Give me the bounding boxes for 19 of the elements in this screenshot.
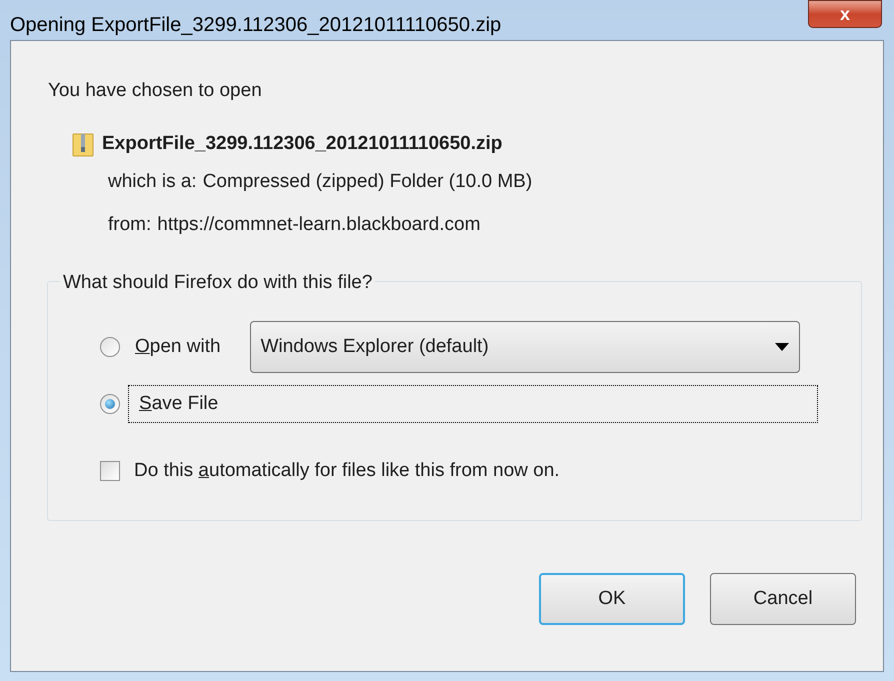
option-label[interactable]: Save File (128, 385, 818, 423)
checkbox[interactable] (100, 461, 120, 482)
detail-label: from: (108, 212, 152, 236)
app-dropdown[interactable]: Windows Explorer (default) (250, 321, 800, 373)
zip-folder-icon (72, 130, 94, 157)
detail-value: https://commnet-learn.blackboard.com (157, 212, 480, 236)
dialog-button[interactable]: OK (539, 573, 685, 625)
dropdown-arrow-icon (774, 343, 789, 351)
dialog-button[interactable]: Cancel (710, 573, 856, 625)
close-button[interactable]: x (808, 0, 882, 28)
radio-button[interactable] (100, 337, 120, 357)
checkbox-label: Do this automatically for files like this from now on. (134, 459, 560, 483)
intro-text: You have chosen to open (48, 79, 263, 103)
option-label[interactable]: Open with (128, 330, 228, 364)
window-title: Opening ExportFile_3299.112306_20121011110650.zip (10, 13, 502, 38)
file-name: ExportFile_3299.112306_20121011110650.zip (102, 132, 502, 156)
detail-value: Compressed (zipped) Folder (10.0 MB) (202, 170, 532, 194)
radio-button[interactable] (100, 394, 120, 414)
detail-label: which is a: (108, 170, 197, 194)
